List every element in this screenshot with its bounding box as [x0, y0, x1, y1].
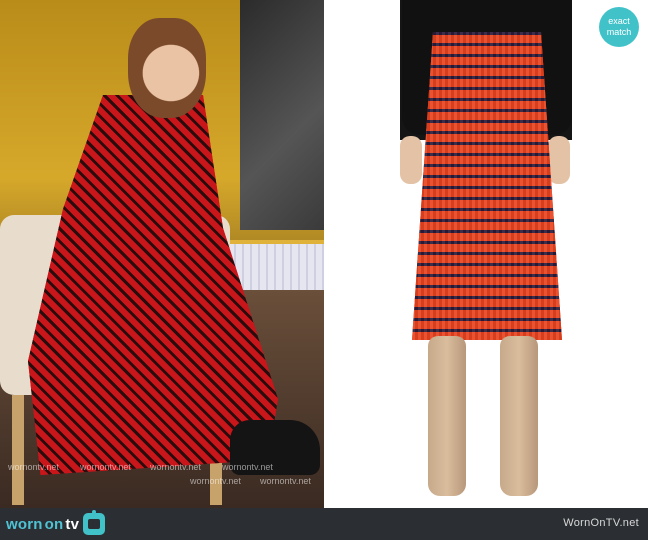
badge-line-2: match: [606, 27, 632, 37]
studio-screen: [240, 0, 324, 230]
wornontv-logo[interactable]: worn on tv: [6, 510, 106, 536]
exact-match-badge: exact match: [599, 7, 639, 47]
watermark: wornontv.net: [8, 462, 59, 472]
suede-boot: [428, 336, 466, 496]
skirt-pleats: [412, 32, 562, 340]
watermark: wornontv.net: [150, 462, 201, 472]
person-head: [128, 18, 206, 118]
hand: [400, 136, 422, 184]
suede-boot: [500, 336, 538, 496]
logo-tv: tv: [65, 515, 80, 533]
logo-on: on: [44, 515, 64, 533]
product-photo: [324, 0, 648, 508]
footer-site-name[interactable]: WornOnTV.net: [563, 517, 639, 529]
tv-icon: [83, 510, 106, 535]
tv-still-photo: wornontv.net wornontv.net wornontv.net w…: [0, 0, 324, 508]
studio-led-panel: [228, 240, 324, 294]
logo-worn: worn: [6, 515, 43, 533]
hand: [548, 136, 570, 184]
watermark: wornontv.net: [222, 462, 273, 472]
watermark: wornontv.net: [80, 462, 131, 472]
chair-leg: [12, 395, 24, 505]
watermark: wornontv.net: [190, 476, 241, 486]
footer-bar: worn on tv WornOnTV.net: [0, 508, 648, 540]
badge-line-1: exact: [608, 16, 630, 26]
watermark: wornontv.net: [260, 476, 311, 486]
